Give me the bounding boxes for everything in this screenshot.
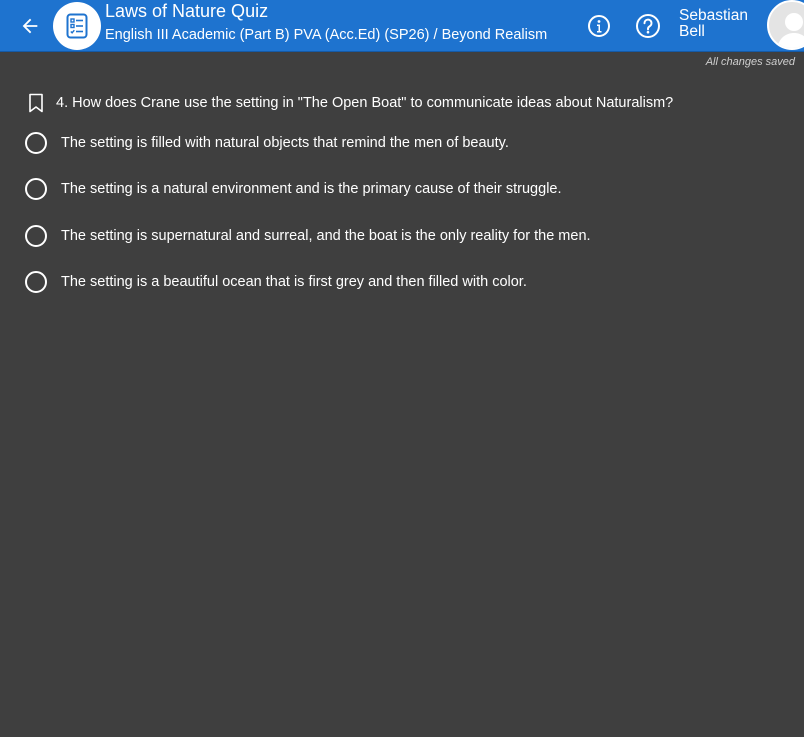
help-icon (636, 14, 660, 38)
user-name: Sebastian Bell (679, 7, 748, 40)
bookmark-icon (29, 93, 43, 113)
question-text: 4. How does Crane use the setting in "Th… (56, 95, 674, 111)
quiz-title: Laws of Nature Quiz (105, 1, 269, 21)
answer-option-label: The setting is a beautiful ocean that is… (61, 274, 527, 290)
question-header: 4. How does Crane use the setting in "Th… (26, 92, 673, 114)
answer-option[interactable]: The setting is a natural environment and… (25, 178, 562, 200)
answer-option-label: The setting is a natural environment and… (61, 181, 562, 197)
answer-option[interactable]: The setting is filled with natural objec… (25, 132, 509, 154)
answer-option-label: The setting is filled with natural objec… (61, 135, 509, 151)
answer-option-label: The setting is supernatural and surreal,… (61, 228, 591, 244)
arrow-left-icon (22, 18, 38, 34)
save-status: All changes saved (705, 56, 795, 68)
radio-button[interactable] (25, 178, 47, 200)
user-avatar[interactable] (767, 0, 804, 50)
course-breadcrumb: English III Academic (Part B) PVA (Acc.E… (105, 27, 548, 43)
radio-button[interactable] (25, 132, 47, 154)
answer-option[interactable]: The setting is supernatural and surreal,… (25, 225, 591, 247)
bookmark-button[interactable] (26, 92, 46, 114)
info-icon (588, 15, 610, 37)
quiz-type-badge (53, 2, 101, 50)
answer-option[interactable]: The setting is a beautiful ocean that is… (25, 271, 527, 293)
info-button[interactable] (587, 14, 611, 38)
help-button[interactable] (635, 13, 661, 39)
app-header: Laws of Nature Quiz English III Academic… (0, 0, 804, 52)
avatar-person-icon (777, 13, 804, 48)
back-button[interactable] (14, 10, 46, 42)
radio-button[interactable] (25, 271, 47, 293)
radio-button[interactable] (25, 225, 47, 247)
checklist-icon (66, 13, 88, 39)
